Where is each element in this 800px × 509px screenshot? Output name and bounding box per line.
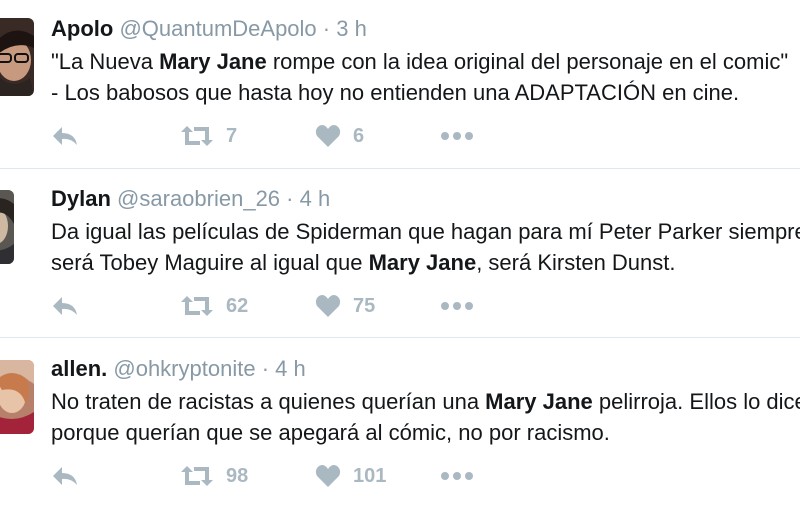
tweet-header: Dylan @saraobrien_26 · 4 h <box>51 184 330 214</box>
like-count: 6 <box>353 124 365 147</box>
user-handle[interactable]: @saraobrien_26 <box>117 186 280 211</box>
text-segment: porque querían que se apegará al cómic, … <box>51 420 610 445</box>
avatar[interactable] <box>0 190 14 264</box>
text-segment: pelirroja. Ellos lo dicen <box>592 389 800 414</box>
retweet-icon <box>180 294 214 318</box>
reply-button[interactable] <box>51 460 79 492</box>
retweet-button[interactable]: 7 <box>180 120 237 152</box>
avatar[interactable] <box>0 360 34 434</box>
display-name[interactable]: allen. <box>51 356 107 381</box>
separator-dot: · <box>261 356 270 381</box>
text-segment: No traten de racistas a quienes querían … <box>51 389 486 414</box>
tweet-actions: 7 6 <box>51 120 751 152</box>
separator-dot: · <box>286 186 294 211</box>
tweet-text: No traten de racistas a quienes querían … <box>51 386 800 448</box>
retweet-count: 62 <box>226 294 249 317</box>
text-segment: "La Nueva <box>51 49 160 74</box>
heart-icon <box>315 464 341 488</box>
display-name[interactable]: Dylan <box>51 186 111 211</box>
like-button[interactable]: 101 <box>315 460 386 492</box>
tweet-text-line: será Tobey Maguire al igual que Mary Jan… <box>51 247 800 278</box>
reply-button[interactable] <box>51 120 79 152</box>
retweet-icon <box>180 124 214 148</box>
tweet-header: Apolo @QuantumDeApolo · 3 h <box>51 14 367 44</box>
tweet-actions: 62 75 <box>51 290 751 322</box>
retweet-button[interactable]: 98 <box>180 460 248 492</box>
heart-icon <box>315 294 341 318</box>
retweet-count: 7 <box>226 124 238 147</box>
tweet-text-line: Da igual las películas de Spiderman que … <box>51 216 800 247</box>
tweet[interactable]: Dylan @saraobrien_26 · 4 h Da igual las … <box>0 170 800 339</box>
more-dots-icon <box>441 301 473 311</box>
like-count: 75 <box>353 294 376 317</box>
display-name[interactable]: Apolo <box>51 16 113 41</box>
tweet-text: Da igual las películas de Spiderman que … <box>51 216 800 278</box>
more-dots-icon <box>441 471 473 481</box>
text-segment: - Los babosos que hasta hoy no entienden… <box>51 80 740 105</box>
retweet-count: 98 <box>226 464 249 487</box>
user-handle[interactable]: @QuantumDeApolo <box>119 16 316 41</box>
reply-button[interactable] <box>51 290 79 322</box>
highlighted-text: Mary Jane <box>485 389 593 414</box>
like-count: 101 <box>353 464 387 487</box>
divider <box>0 168 800 169</box>
timestamp[interactable]: 3 h <box>336 16 367 41</box>
tweet-text-line: No traten de racistas a quienes querían … <box>51 386 800 417</box>
tweet-text-line: - Los babosos que hasta hoy no entienden… <box>51 77 800 108</box>
retweet-icon <box>180 464 214 488</box>
avatar[interactable] <box>0 18 34 96</box>
like-button[interactable]: 6 <box>315 120 364 152</box>
text-segment: , será Kirsten Dunst. <box>476 250 676 275</box>
heart-icon <box>315 124 341 148</box>
tweet-actions: 98 101 <box>51 460 751 492</box>
text-segment: Da igual las películas de Spiderman que … <box>51 219 800 244</box>
text-segment: será Tobey Maguire al igual que <box>51 250 369 275</box>
timestamp[interactable]: 4 h <box>275 356 306 381</box>
highlighted-text: Mary Jane <box>368 250 477 275</box>
more-dots-icon <box>441 131 473 141</box>
reply-icon <box>51 465 79 487</box>
reply-icon <box>51 295 79 317</box>
tweet[interactable]: Apolo @QuantumDeApolo · 3 h "La Nueva Ma… <box>0 0 800 169</box>
tweet[interactable]: allen. @ohkryptonite · 4 h No traten de … <box>0 340 800 509</box>
more-button[interactable] <box>441 290 473 322</box>
tweet-text-line: "La Nueva Mary Jane rompe con la idea or… <box>51 46 800 77</box>
more-button[interactable] <box>441 120 473 152</box>
tweet-text-line: porque querían que se apegará al cómic, … <box>51 417 800 448</box>
text-segment: rompe con la idea original del personaje… <box>266 49 789 74</box>
highlighted-text: Mary Jane <box>159 49 267 74</box>
timestamp[interactable]: 4 h <box>300 186 331 211</box>
divider <box>0 337 800 338</box>
retweet-button[interactable]: 62 <box>180 290 248 322</box>
tweet-text: "La Nueva Mary Jane rompe con la idea or… <box>51 46 800 108</box>
more-button[interactable] <box>441 460 473 492</box>
user-handle[interactable]: @ohkryptonite <box>113 356 255 381</box>
like-button[interactable]: 75 <box>315 290 375 322</box>
reply-icon <box>51 125 79 147</box>
tweet-header: allen. @ohkryptonite · 4 h <box>51 354 306 384</box>
separator-dot: · <box>322 16 331 41</box>
